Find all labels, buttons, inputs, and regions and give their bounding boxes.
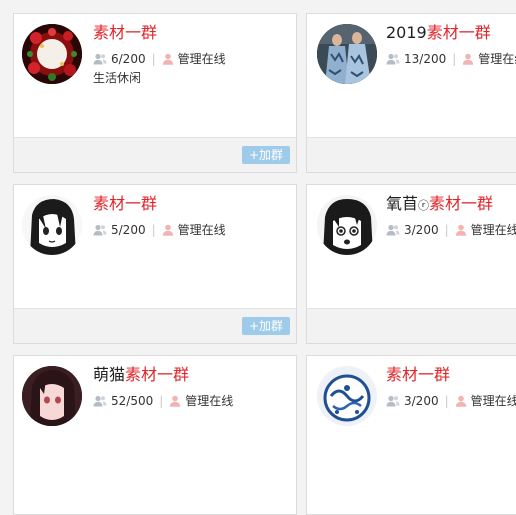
group-meta: 13/200 | 管理在线: [386, 51, 516, 67]
group-avatar-image[interactable]: [22, 195, 82, 255]
admin-status: 管理在线: [470, 394, 516, 408]
group-name-prefix: 氧苜: [386, 194, 419, 213]
members-icon: [93, 395, 107, 407]
member-count: 3/200: [404, 223, 439, 237]
group-card[interactable]: 素材一群 6/200 | 管理在线 生活休闲 +加群: [13, 13, 297, 173]
members-icon: [93, 53, 107, 65]
card-footer: [307, 308, 516, 343]
group-avatar-image[interactable]: [317, 195, 377, 255]
admin-icon: [455, 224, 466, 236]
admin-status: 管理在线: [177, 223, 226, 237]
card-footer: +加群: [14, 137, 296, 172]
member-count: 5/200: [111, 223, 146, 237]
group-name-highlight: 素材一群: [429, 194, 494, 213]
separator: |: [444, 223, 449, 237]
join-group-button[interactable]: +加群: [242, 317, 290, 335]
group-name[interactable]: 萌猫素材一群: [93, 365, 189, 385]
group-avatar-image[interactable]: [317, 366, 377, 426]
group-name-mark: ⓡ: [418, 199, 430, 212]
group-meta: 6/200 | 管理在线: [93, 51, 226, 67]
group-avatar-image[interactable]: [22, 366, 82, 426]
separator: |: [444, 394, 449, 408]
group-name-highlight: 素材一群: [93, 23, 158, 42]
group-meta: 3/200 | 管理在线: [386, 222, 516, 238]
group-meta: 52/500 | 管理在线: [93, 393, 233, 409]
group-meta: 5/200 | 管理在线: [93, 222, 226, 238]
member-count: 13/200: [404, 52, 447, 66]
admin-icon: [455, 395, 466, 407]
group-name[interactable]: 素材一群: [386, 365, 450, 385]
card-footer: [307, 137, 516, 172]
admin-icon: [162, 224, 173, 236]
group-name-prefix: 萌猫: [93, 365, 126, 384]
group-card[interactable]: 素材一群 5/200 | 管理在线 +加群: [13, 184, 297, 344]
group-card[interactable]: 2019素材一群 13/200 | 管理在线: [306, 13, 516, 173]
group-card[interactable]: 萌猫素材一群 52/500 | 管理在线: [13, 355, 297, 515]
group-description: 生活休闲: [93, 71, 142, 85]
group-name-highlight: 素材一群: [426, 23, 491, 42]
group-name-prefix: 2019: [386, 23, 427, 42]
admin-status: 管理在线: [478, 52, 516, 66]
card-footer: +加群: [14, 308, 296, 343]
member-count: 3/200: [404, 394, 439, 408]
group-card[interactable]: 素材一群 3/200 | 管理在线: [306, 355, 516, 515]
join-group-button[interactable]: +加群: [242, 146, 290, 164]
group-name[interactable]: 素材一群: [93, 23, 157, 43]
member-count: 6/200: [111, 52, 146, 66]
members-icon: [386, 395, 400, 407]
separator: |: [159, 394, 164, 408]
separator: |: [151, 52, 156, 66]
admin-status: 管理在线: [185, 394, 234, 408]
group-name[interactable]: 2019素材一群: [386, 23, 491, 43]
members-icon: [386, 224, 400, 236]
separator: |: [452, 52, 457, 66]
group-avatar-image[interactable]: [22, 24, 82, 84]
admin-status: 管理在线: [177, 52, 226, 66]
admin-icon: [463, 53, 474, 65]
member-count: 52/500: [111, 394, 154, 408]
group-name-highlight: 素材一群: [125, 365, 190, 384]
group-avatar-image[interactable]: [317, 24, 377, 84]
group-name[interactable]: 素材一群: [93, 194, 157, 214]
group-meta: 3/200 | 管理在线: [386, 393, 516, 409]
members-icon: [93, 224, 107, 236]
admin-icon: [170, 395, 181, 407]
group-card[interactable]: 氧苜ⓡ素材一群 3/200 | 管理在线: [306, 184, 516, 344]
group-name[interactable]: 氧苜ⓡ素材一群: [386, 194, 493, 216]
group-name-highlight: 素材一群: [386, 365, 451, 384]
separator: |: [151, 223, 156, 237]
members-icon: [386, 53, 400, 65]
admin-icon: [162, 53, 173, 65]
admin-status: 管理在线: [470, 223, 516, 237]
group-name-highlight: 素材一群: [93, 194, 158, 213]
